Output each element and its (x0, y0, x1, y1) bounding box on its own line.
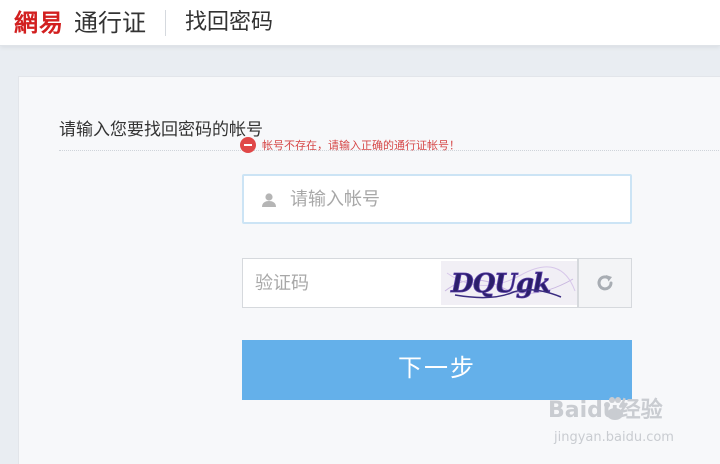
header-divider (165, 10, 166, 36)
page-title: 找回密码 (185, 10, 274, 35)
account-field[interactable] (242, 174, 632, 224)
logo-service[interactable]: 通行证 (74, 6, 146, 40)
logo-brand[interactable]: 網易 (14, 6, 64, 40)
refresh-captcha-button[interactable] (578, 258, 632, 308)
next-step-button[interactable]: 下一步 (242, 340, 632, 400)
captcha-field[interactable]: DQUgk (242, 258, 578, 308)
captcha-image[interactable]: DQUgk (441, 261, 577, 305)
refresh-icon (597, 275, 613, 291)
account-input[interactable] (290, 176, 620, 222)
captcha-input[interactable] (255, 259, 435, 307)
top-bar: 網易 通行证 找回密码 (0, 0, 720, 46)
captcha-text: DQUgk (450, 269, 550, 299)
form-title: 请输入您要找回密码的帐号 (59, 120, 263, 140)
error-icon (240, 137, 256, 153)
error-text: 帐号不存在，请输入正确的通行证帐号！ (262, 139, 460, 152)
error-message: 帐号不存在，请输入正确的通行证帐号！ (240, 136, 460, 154)
user-icon (262, 193, 276, 207)
baidu-watermark: Baidu经验 jingyan.baidu.com (548, 392, 708, 454)
watermark-logo: Baidu经验 (548, 398, 663, 423)
watermark-url: jingyan.baidu.com (554, 430, 674, 445)
